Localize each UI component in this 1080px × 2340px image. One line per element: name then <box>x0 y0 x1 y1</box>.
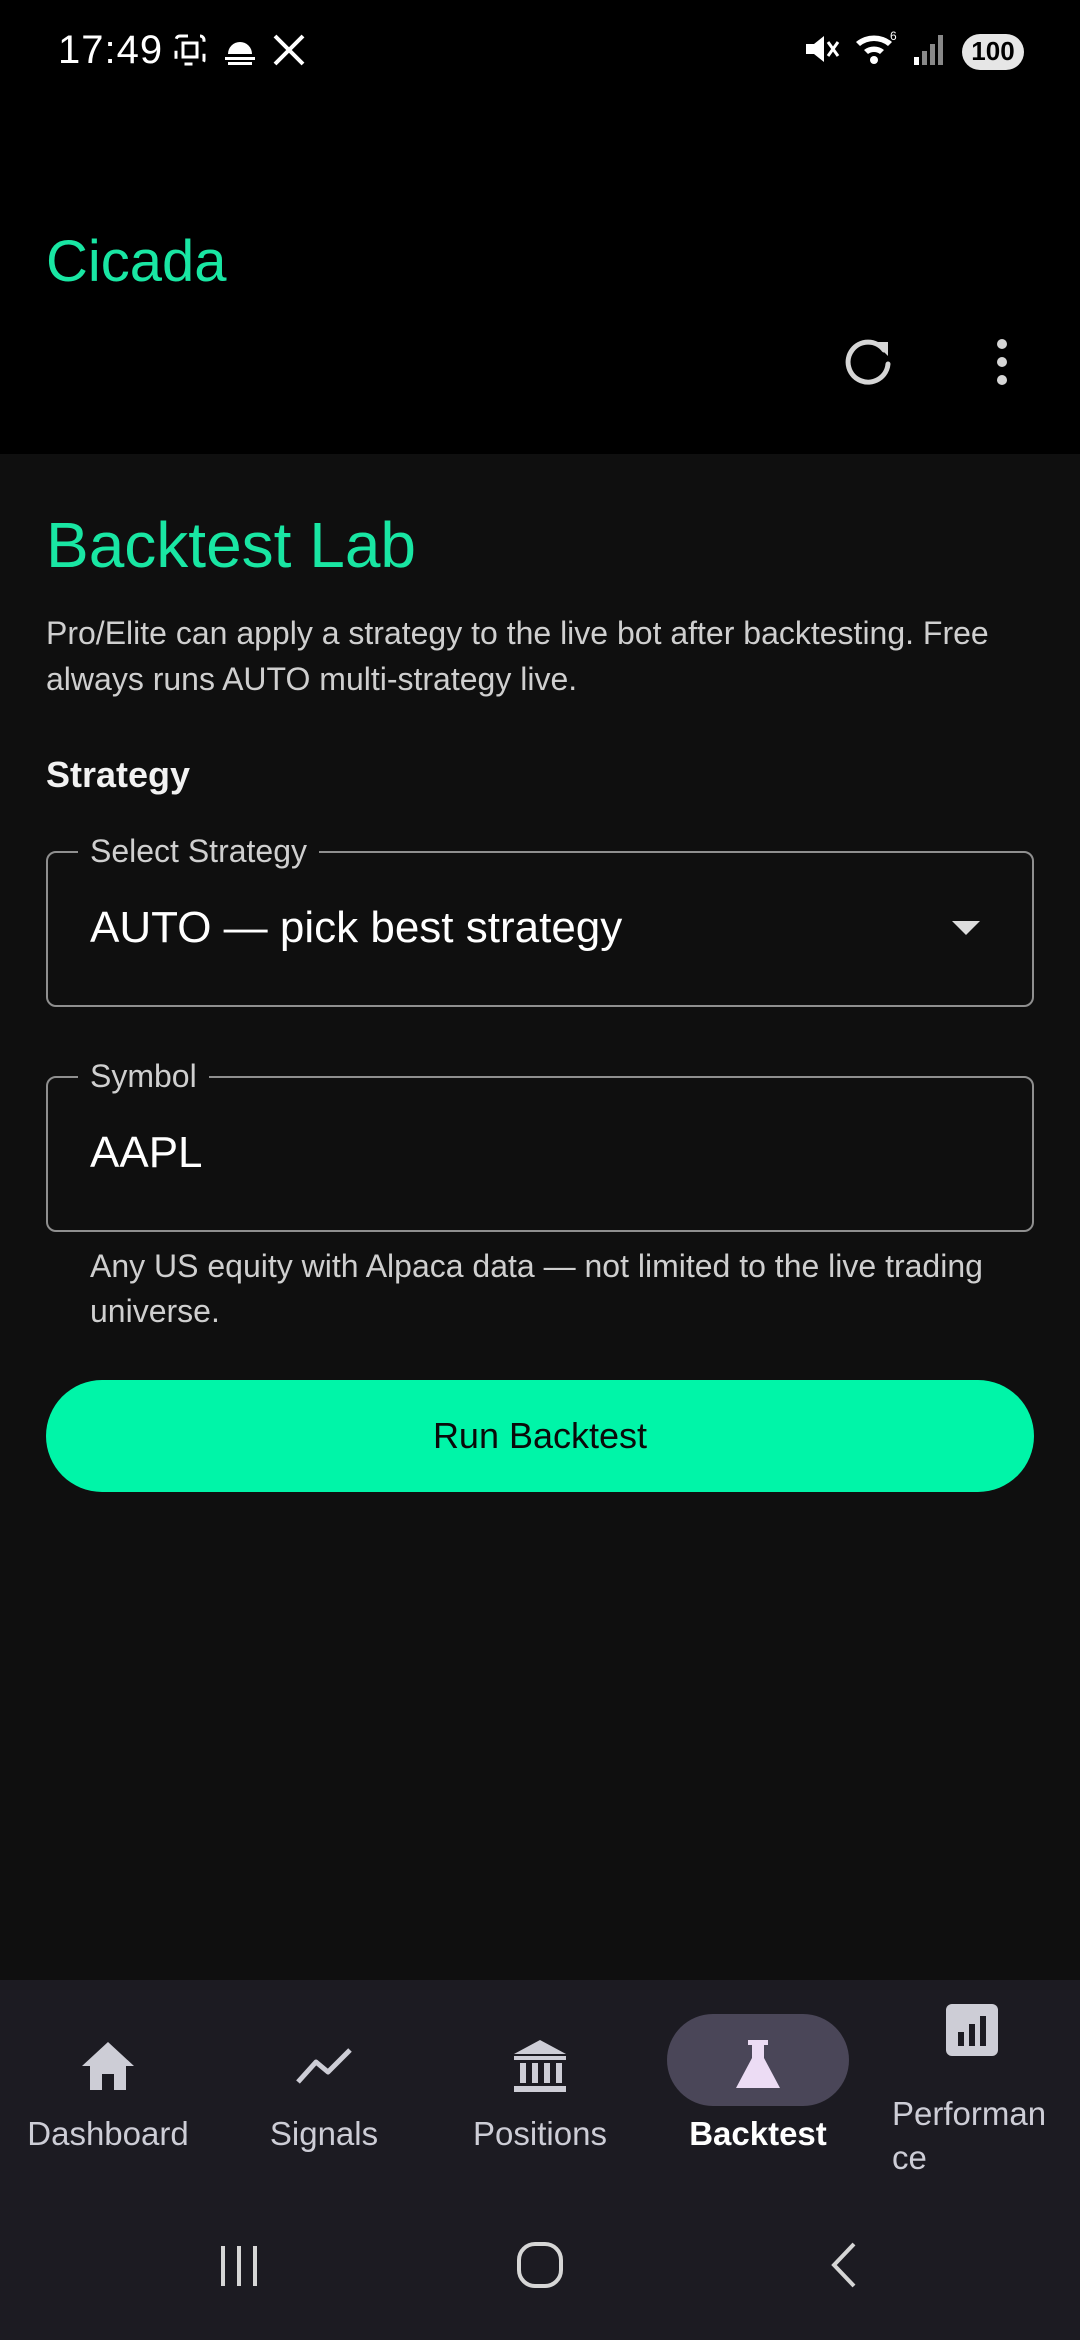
dropdown-arrow-icon <box>952 921 980 935</box>
bar-chart-icon <box>940 1998 1004 2062</box>
symbol-helper-text: Any US equity with Alpaca data — not lim… <box>90 1248 983 1329</box>
home-icon <box>76 2034 140 2098</box>
home-button[interactable] <box>500 2230 580 2300</box>
nav-item-dashboard[interactable]: Dashboard <box>0 1980 216 2190</box>
nav-item-positions[interactable]: Positions <box>432 1980 648 2190</box>
strategy-select-value: AUTO — pick best strategy <box>90 903 623 952</box>
bottom-nav: Dashboard Signals Positions Backtest Per… <box>0 1980 1080 2190</box>
home-circle-icon <box>517 2242 563 2288</box>
backtest-content: Backtest Lab Pro/Elite can apply a strat… <box>0 454 1080 1980</box>
nav-label-backtest: Backtest <box>689 2115 827 2152</box>
strategy-select-label: Select Strategy <box>78 831 319 871</box>
status-time: 17:49 <box>58 28 164 72</box>
signal-icon <box>912 31 948 72</box>
bank-icon <box>508 2034 572 2098</box>
page-description: Pro/Elite can apply a strategy to the li… <box>46 615 989 697</box>
app-title: Cicada <box>46 229 227 294</box>
back-chevron-icon <box>831 2242 856 2288</box>
symbol-input-value: AAPL <box>90 1128 203 1177</box>
nav-item-backtest[interactable]: Backtest <box>650 1980 866 2190</box>
nav-label-signals: Signals <box>269 2115 379 2152</box>
strategy-section-label: Strategy <box>46 754 191 795</box>
flask-icon <box>726 2034 790 2098</box>
nav-item-performance[interactable]: Performan ce <box>864 1980 1080 2190</box>
refresh-button[interactable] <box>836 330 900 394</box>
page-title: Backtest Lab <box>46 509 416 581</box>
recent-apps-icon <box>221 2246 257 2286</box>
nav-label-positions: Positions <box>473 2115 607 2152</box>
recent-apps-button[interactable] <box>200 2230 280 2300</box>
overflow-menu-button[interactable] <box>976 330 1028 394</box>
strategy-select[interactable]: Select Strategy AUTO — pick best strateg… <box>46 831 1034 1007</box>
x-app-icon <box>272 33 306 72</box>
nav-label-performance: Performan ce <box>892 2095 1047 2176</box>
status-bar: 17:49 6 100 <box>0 0 1080 100</box>
refresh-icon <box>845 339 891 385</box>
trend-icon <box>292 2034 356 2098</box>
screenshot-icon <box>172 32 208 73</box>
status-system-icons: 6 100 <box>802 29 1024 73</box>
nav-label-dashboard: Dashboard <box>27 2115 189 2152</box>
run-backtest-button[interactable]: Run Backtest <box>46 1380 1034 1492</box>
wifi-icon: 6 <box>854 29 898 73</box>
back-button[interactable] <box>805 2230 885 2300</box>
symbol-input[interactable]: Symbol AAPL <box>46 1056 1034 1232</box>
system-nav-bar <box>0 2190 1080 2340</box>
wifi-superscript: 6 <box>890 30 897 43</box>
screen: 17:49 6 100 Cicada Backtest Lab Pro/Elit… <box>0 0 1080 2340</box>
status-notification-icons <box>172 32 306 73</box>
more-vertical-icon <box>997 339 1007 385</box>
symbol-input-label: Symbol <box>78 1056 209 1096</box>
mute-icon <box>802 30 840 73</box>
weather-icon <box>222 32 258 73</box>
battery-icon: 100 <box>962 33 1024 70</box>
nav-item-signals[interactable]: Signals <box>216 1980 432 2190</box>
